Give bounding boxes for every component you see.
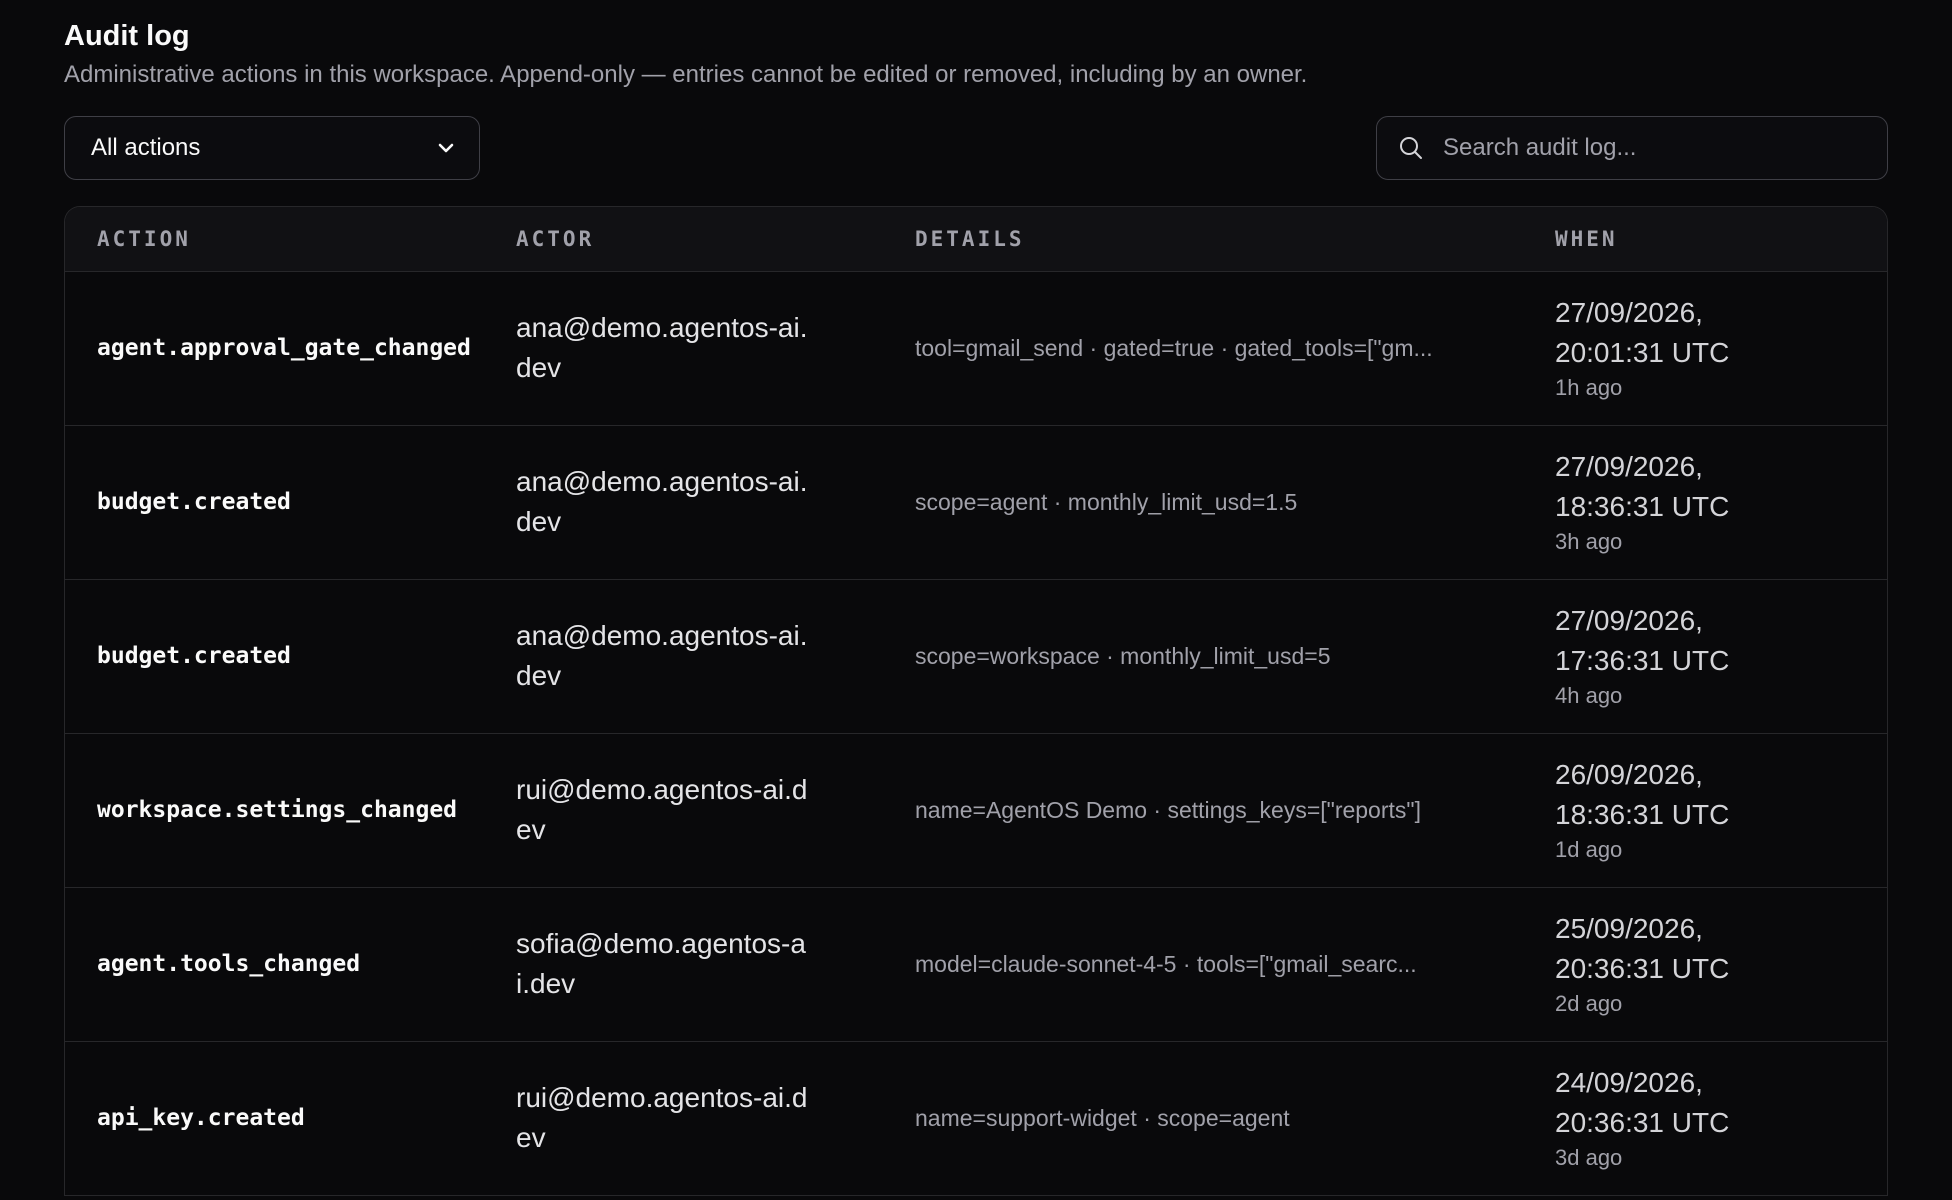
- table-row[interactable]: budget.created ana@demo.agentos-ai.dev s…: [65, 579, 1887, 733]
- table-row[interactable]: agent.approval_gate_changed ana@demo.age…: [65, 271, 1887, 425]
- when-relative: 1d ago: [1555, 837, 1623, 862]
- when-date: 24/09/2026, 20:36:31 UTC: [1555, 1067, 1730, 1138]
- action-cell: agent.tools_changed: [97, 951, 361, 977]
- column-header-action: ACTION: [65, 207, 492, 272]
- chevron-down-icon: [435, 137, 457, 159]
- actor-cell: rui@demo.agentos-ai.dev: [516, 1082, 808, 1153]
- action-filter-value: All actions: [91, 134, 201, 161]
- search-box[interactable]: [1376, 116, 1888, 180]
- action-cell: workspace.settings_changed: [97, 797, 458, 823]
- page-title: Audit log: [64, 20, 190, 52]
- search-icon: [1397, 134, 1425, 162]
- search-input[interactable]: [1441, 133, 1867, 163]
- when-relative: 3d ago: [1555, 1145, 1623, 1170]
- details-cell: name=AgentOS Demo · settings_keys=["repo…: [915, 796, 1421, 823]
- when-relative: 2d ago: [1555, 991, 1623, 1016]
- table-row[interactable]: api_key.created rui@demo.agentos-ai.dev …: [65, 1041, 1887, 1195]
- table-row[interactable]: budget.created ana@demo.agentos-ai.dev s…: [65, 425, 1887, 579]
- actor-cell: sofia@demo.agentos-ai.dev: [516, 928, 806, 999]
- action-cell: budget.created: [97, 643, 291, 669]
- details-cell: name=support-widget · scope=agent: [915, 1104, 1290, 1131]
- column-header-when: WHEN: [1531, 207, 1887, 272]
- details-cell: model=claude-sonnet-4-5 · tools=["gmail_…: [915, 950, 1417, 977]
- column-header-details: DETAILS: [891, 207, 1531, 272]
- details-cell: scope=workspace · monthly_limit_usd=5: [915, 642, 1331, 669]
- action-cell: agent.approval_gate_changed: [97, 335, 471, 361]
- when-date: 27/09/2026, 18:36:31 UTC: [1555, 451, 1730, 522]
- actor-cell: ana@demo.agentos-ai.dev: [516, 466, 808, 537]
- when-date: 27/09/2026, 17:36:31 UTC: [1555, 605, 1730, 676]
- when-relative: 4h ago: [1555, 683, 1623, 708]
- actor-cell: rui@demo.agentos-ai.dev: [516, 774, 808, 845]
- column-header-actor: ACTOR: [492, 207, 891, 272]
- audit-log-page: Audit log Administrative actions in this…: [0, 0, 1952, 1200]
- when-date: 27/09/2026, 20:01:31 UTC: [1555, 297, 1730, 368]
- when-relative: 3h ago: [1555, 529, 1623, 554]
- when-relative: 1h ago: [1555, 375, 1623, 400]
- action-filter-select[interactable]: All actions: [64, 116, 480, 180]
- details-cell: scope=agent · monthly_limit_usd=1.5: [915, 488, 1298, 515]
- page-subtitle: Administrative actions in this workspace…: [64, 61, 1308, 88]
- actor-cell: ana@demo.agentos-ai.dev: [516, 312, 808, 383]
- table-row[interactable]: agent.tools_changed sofia@demo.agentos-a…: [65, 887, 1887, 1041]
- table-row[interactable]: workspace.settings_changed rui@demo.agen…: [65, 733, 1887, 887]
- action-cell: budget.created: [97, 489, 291, 515]
- table-header-row: ACTION ACTOR DETAILS WHEN: [65, 207, 1887, 272]
- actor-cell: ana@demo.agentos-ai.dev: [516, 620, 808, 691]
- when-date: 25/09/2026, 20:36:31 UTC: [1555, 913, 1730, 984]
- details-cell: tool=gmail_send · gated=true · gated_too…: [915, 334, 1433, 361]
- audit-table: ACTION ACTOR DETAILS WHEN agent.approval…: [64, 206, 1888, 1196]
- toolbar: All actions: [64, 116, 1888, 180]
- action-cell: api_key.created: [97, 1105, 305, 1131]
- when-date: 26/09/2026, 18:36:31 UTC: [1555, 759, 1730, 830]
